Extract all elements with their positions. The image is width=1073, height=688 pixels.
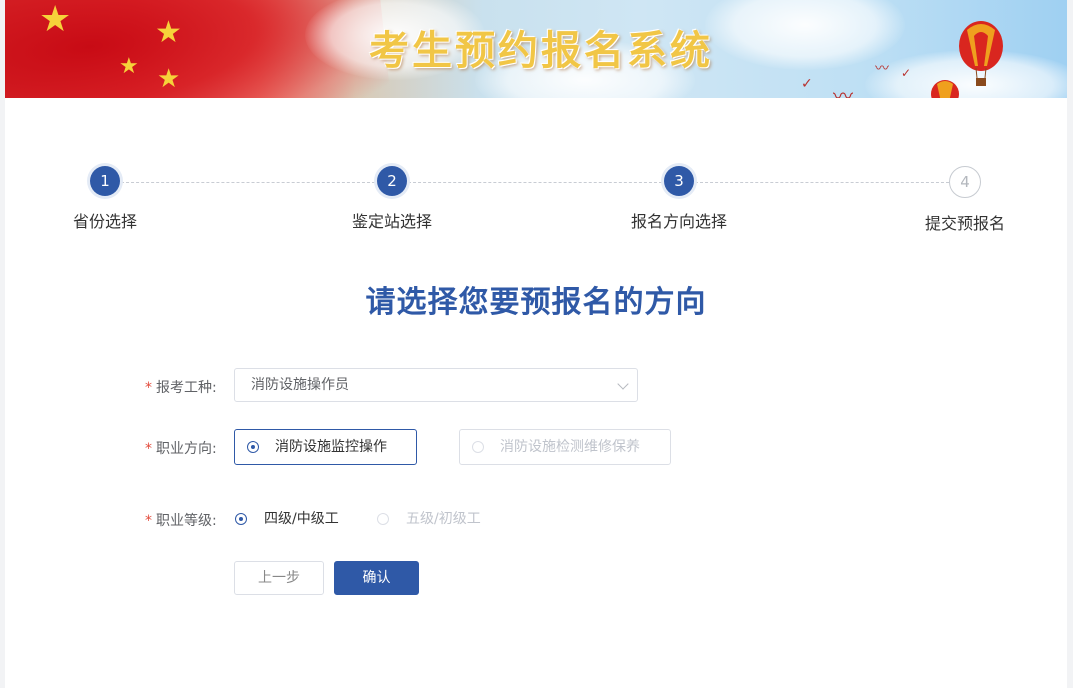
required-mark: *	[145, 441, 152, 457]
radio-checked-icon[interactable]	[235, 513, 247, 525]
bird-icon: ✓	[801, 76, 813, 92]
step-number: 3	[664, 166, 694, 196]
step-province: 1 省份选择	[25, 166, 185, 232]
page: ★ ★ ★ ★ 考生预约报名系统 ✓ 〰 〰 ✓ 1 省份选择 2 鉴定站选择 …	[5, 0, 1067, 688]
page-title: 请选择您要预报名的方向	[365, 285, 707, 320]
direction-label: * 职业方向:	[145, 438, 225, 458]
star-icon: ★	[39, 0, 72, 40]
level-label-text: 职业等级:	[156, 513, 217, 529]
header-banner: ★ ★ ★ ★ 考生预约报名系统 ✓ 〰 〰 ✓	[5, 0, 1067, 98]
job-type-value: 消防设施操作员	[251, 377, 349, 393]
step-number: 1	[90, 166, 120, 196]
confirm-button[interactable]: 确认	[334, 561, 419, 595]
level-option-beginner[interactable]: 五级/初级工	[406, 509, 481, 529]
step-label: 报名方向选择	[630, 212, 727, 231]
star-icon: ★	[157, 64, 181, 94]
level-label: * 职业等级:	[145, 510, 225, 530]
star-icon: ★	[119, 54, 139, 79]
required-mark: *	[145, 380, 152, 396]
direction-label-text: 职业方向:	[156, 441, 217, 457]
previous-step-button[interactable]: 上一步	[234, 561, 324, 595]
job-type-label-text: 报考工种:	[156, 380, 217, 396]
step-station: 2 鉴定站选择	[312, 166, 472, 232]
step-number: 4	[949, 166, 981, 198]
chevron-down-icon	[617, 378, 629, 390]
hot-air-balloon-icon	[959, 21, 1003, 86]
required-mark: *	[145, 513, 152, 529]
banner-title: 考生预约报名系统	[369, 27, 713, 74]
hot-air-balloon-icon	[931, 80, 959, 98]
direction-option-monitoring[interactable]: 消防设施监控操作	[234, 429, 417, 465]
star-icon: ★	[155, 15, 182, 50]
step-label: 提交预报名	[924, 214, 1005, 233]
direction-option-label: 消防设施检测维修保养	[500, 439, 640, 455]
radio-unchecked-icon[interactable]	[377, 513, 389, 525]
direction-option-label: 消防设施监控操作	[275, 439, 387, 455]
bird-icon: 〰	[833, 84, 853, 98]
job-type-select[interactable]: 消防设施操作员	[234, 368, 638, 402]
step-number: 2	[377, 166, 407, 196]
job-type-label: * 报考工种:	[145, 377, 225, 397]
direction-option-maintenance[interactable]: 消防设施检测维修保养	[459, 429, 671, 465]
step-submit: 4 提交预报名	[885, 166, 1045, 234]
step-direction: 3 报名方向选择	[599, 166, 759, 232]
bird-icon: 〰	[875, 61, 889, 77]
radio-unchecked-icon	[472, 441, 484, 453]
progress-steps: 1 省份选择 2 鉴定站选择 3 报名方向选择 4 提交预报名	[5, 160, 1067, 240]
level-option-intermediate[interactable]: 四级/中级工	[264, 509, 339, 529]
step-label: 省份选择	[72, 212, 137, 231]
bird-icon: ✓	[901, 66, 912, 80]
radio-checked-icon	[247, 441, 259, 453]
step-label: 鉴定站选择	[351, 212, 432, 231]
